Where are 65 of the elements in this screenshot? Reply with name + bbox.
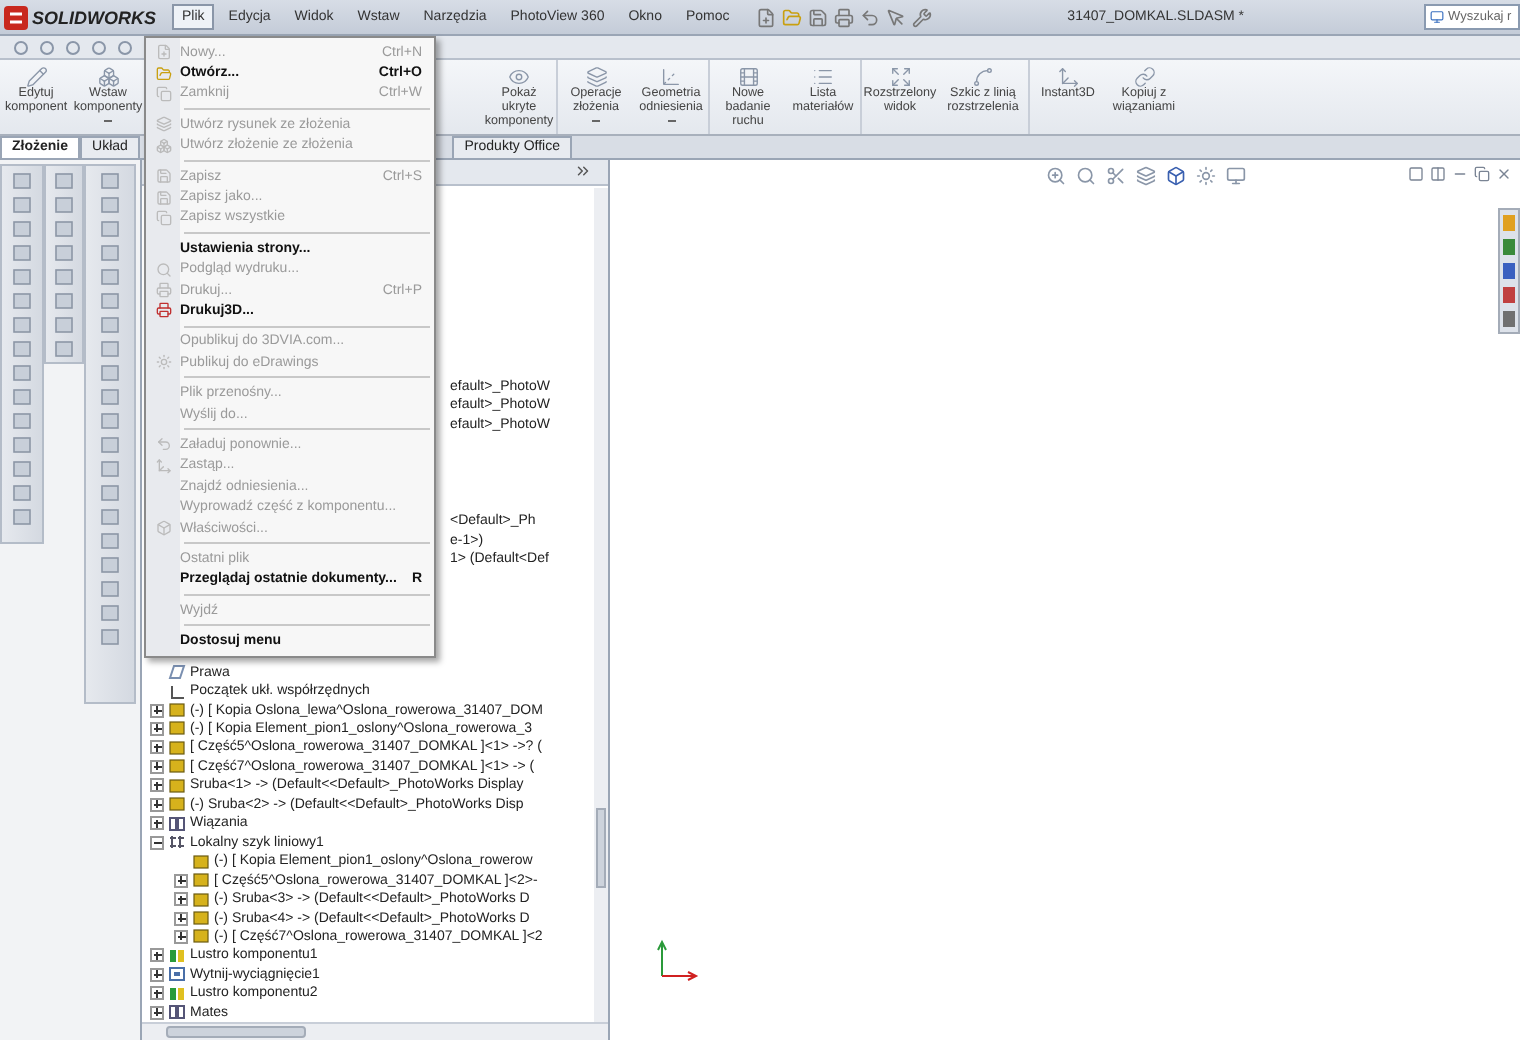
scissors-icon[interactable] [1105,166,1125,186]
reload-icon [155,436,171,453]
save-as-icon [155,189,171,206]
chevrons-icon[interactable] [574,162,592,181]
expander-icon[interactable] [150,986,164,1001]
sun-icon[interactable] [1195,166,1215,186]
scrollbar-thumb[interactable] [166,1026,306,1039]
eye-icon [508,66,530,88]
mirror-icon [168,985,186,1002]
square-icon[interactable] [1408,166,1424,182]
preview-icon [155,261,171,278]
cube-icon[interactable] [1165,166,1185,186]
search-icon[interactable] [1075,166,1095,186]
assembly-icon [155,137,171,154]
expander-icon[interactable] [150,740,164,755]
new-file-icon [155,44,171,61]
expander-icon[interactable] [150,797,164,812]
save-icon [155,168,171,185]
expander-icon[interactable] [150,759,164,774]
folder-icon[interactable] [781,7,802,27]
coordinate-triad-drawing [654,936,702,984]
printer-icon [155,302,171,319]
expander-icon[interactable] [150,1005,164,1020]
app-logo: SOLIDWORKS [4,5,156,29]
wrench-icon[interactable] [911,7,932,27]
expander-icon[interactable] [150,721,164,736]
expander-icon[interactable] [174,929,188,944]
link-icon [1133,66,1155,88]
curve-icon [972,66,994,88]
printer-icon[interactable] [833,7,854,27]
expander-icon[interactable] [150,967,164,982]
pattern-icon [168,834,186,851]
expander-icon[interactable] [174,873,188,888]
expander-icon[interactable] [150,948,164,963]
new-file-icon[interactable] [755,7,776,27]
layers-icon[interactable] [1135,166,1155,186]
split-icon[interactable] [1430,166,1446,182]
move-icon [1057,66,1079,88]
scrollbar-thumb[interactable] [596,808,606,888]
expander-icon[interactable] [150,835,164,850]
pencil-icon [25,66,47,88]
mirror-icon [168,947,186,964]
monitor-icon [1430,10,1444,24]
folder-icon [155,65,171,82]
monitor-icon[interactable] [1225,166,1245,186]
undo-icon[interactable] [859,7,880,27]
plane-icon [168,664,186,681]
axis-icon [660,66,682,88]
cut-icon [168,966,186,983]
expander-icon[interactable] [174,892,188,907]
expander-icon[interactable] [174,911,188,926]
pointer-icon[interactable] [885,7,906,27]
origin-icon [168,683,186,700]
expander-icon[interactable] [150,778,164,793]
boxes-icon [97,66,119,88]
film-icon [737,66,759,88]
restore-icon[interactable] [1474,166,1490,182]
printer-icon [155,282,171,299]
close-icon[interactable] [1496,166,1512,182]
expander-icon[interactable] [150,703,164,718]
expand-icon [889,66,911,88]
layers-icon [585,66,607,88]
save-icon[interactable] [807,7,828,27]
zoom-icon[interactable] [1045,166,1065,186]
expander-icon[interactable] [150,816,164,831]
